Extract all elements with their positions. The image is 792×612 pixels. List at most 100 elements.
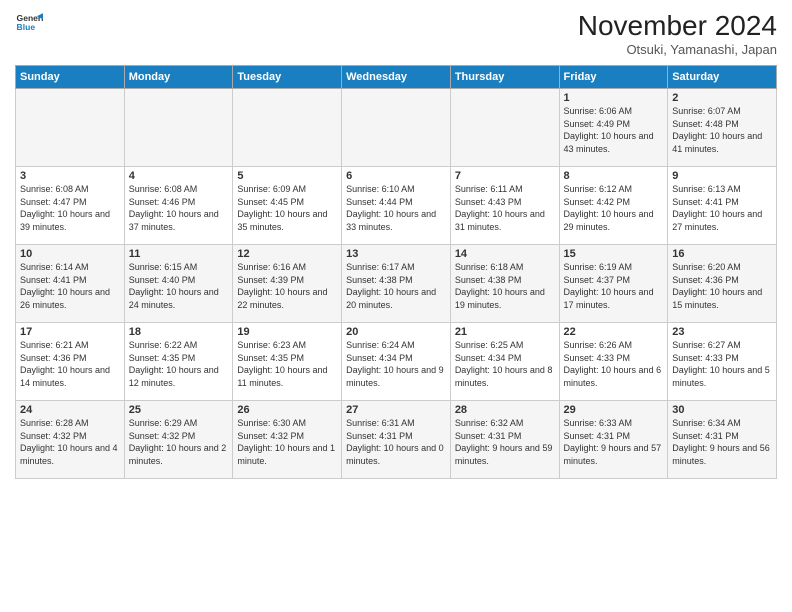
day-cell: 1Sunrise: 6:06 AM Sunset: 4:49 PM Daylig…	[559, 89, 668, 167]
day-info: Sunrise: 6:25 AM Sunset: 4:34 PM Dayligh…	[455, 339, 555, 389]
day-number: 25	[129, 404, 229, 416]
logo-icon: General Blue	[15, 10, 43, 38]
title-block: November 2024 Otsuki, Yamanashi, Japan	[578, 10, 777, 57]
day-cell: 2Sunrise: 6:07 AM Sunset: 4:48 PM Daylig…	[668, 89, 777, 167]
day-cell: 3Sunrise: 6:08 AM Sunset: 4:47 PM Daylig…	[16, 167, 125, 245]
day-info: Sunrise: 6:23 AM Sunset: 4:35 PM Dayligh…	[237, 339, 337, 389]
day-cell: 22Sunrise: 6:26 AM Sunset: 4:33 PM Dayli…	[559, 323, 668, 401]
day-info: Sunrise: 6:24 AM Sunset: 4:34 PM Dayligh…	[346, 339, 446, 389]
day-number: 8	[564, 170, 664, 182]
day-info: Sunrise: 6:20 AM Sunset: 4:36 PM Dayligh…	[672, 261, 772, 311]
day-number: 19	[237, 326, 337, 338]
day-cell: 29Sunrise: 6:33 AM Sunset: 4:31 PM Dayli…	[559, 401, 668, 479]
day-info: Sunrise: 6:07 AM Sunset: 4:48 PM Dayligh…	[672, 105, 772, 155]
day-number: 17	[20, 326, 120, 338]
day-cell: 8Sunrise: 6:12 AM Sunset: 4:42 PM Daylig…	[559, 167, 668, 245]
svg-text:General: General	[17, 13, 43, 23]
day-number: 5	[237, 170, 337, 182]
day-cell: 6Sunrise: 6:10 AM Sunset: 4:44 PM Daylig…	[342, 167, 451, 245]
day-cell: 7Sunrise: 6:11 AM Sunset: 4:43 PM Daylig…	[450, 167, 559, 245]
day-number: 10	[20, 248, 120, 260]
day-cell: 28Sunrise: 6:32 AM Sunset: 4:31 PM Dayli…	[450, 401, 559, 479]
page-title: November 2024	[578, 10, 777, 42]
day-cell: 5Sunrise: 6:09 AM Sunset: 4:45 PM Daylig…	[233, 167, 342, 245]
week-row-1: 1Sunrise: 6:06 AM Sunset: 4:49 PM Daylig…	[16, 89, 777, 167]
day-number: 4	[129, 170, 229, 182]
day-info: Sunrise: 6:18 AM Sunset: 4:38 PM Dayligh…	[455, 261, 555, 311]
day-cell: 23Sunrise: 6:27 AM Sunset: 4:33 PM Dayli…	[668, 323, 777, 401]
day-cell: 18Sunrise: 6:22 AM Sunset: 4:35 PM Dayli…	[124, 323, 233, 401]
day-cell: 4Sunrise: 6:08 AM Sunset: 4:46 PM Daylig…	[124, 167, 233, 245]
day-number: 30	[672, 404, 772, 416]
day-info: Sunrise: 6:22 AM Sunset: 4:35 PM Dayligh…	[129, 339, 229, 389]
day-info: Sunrise: 6:27 AM Sunset: 4:33 PM Dayligh…	[672, 339, 772, 389]
day-info: Sunrise: 6:13 AM Sunset: 4:41 PM Dayligh…	[672, 183, 772, 233]
calendar-table: SundayMondayTuesdayWednesdayThursdayFrid…	[15, 65, 777, 479]
day-info: Sunrise: 6:29 AM Sunset: 4:32 PM Dayligh…	[129, 417, 229, 467]
header-wednesday: Wednesday	[342, 66, 451, 89]
day-cell: 21Sunrise: 6:25 AM Sunset: 4:34 PM Dayli…	[450, 323, 559, 401]
day-number: 16	[672, 248, 772, 260]
header-thursday: Thursday	[450, 66, 559, 89]
day-cell: 20Sunrise: 6:24 AM Sunset: 4:34 PM Dayli…	[342, 323, 451, 401]
day-cell: 24Sunrise: 6:28 AM Sunset: 4:32 PM Dayli…	[16, 401, 125, 479]
day-info: Sunrise: 6:12 AM Sunset: 4:42 PM Dayligh…	[564, 183, 664, 233]
day-cell	[124, 89, 233, 167]
day-info: Sunrise: 6:33 AM Sunset: 4:31 PM Dayligh…	[564, 417, 664, 467]
day-cell: 15Sunrise: 6:19 AM Sunset: 4:37 PM Dayli…	[559, 245, 668, 323]
day-info: Sunrise: 6:17 AM Sunset: 4:38 PM Dayligh…	[346, 261, 446, 311]
day-info: Sunrise: 6:11 AM Sunset: 4:43 PM Dayligh…	[455, 183, 555, 233]
day-cell	[16, 89, 125, 167]
day-info: Sunrise: 6:08 AM Sunset: 4:47 PM Dayligh…	[20, 183, 120, 233]
week-row-2: 3Sunrise: 6:08 AM Sunset: 4:47 PM Daylig…	[16, 167, 777, 245]
day-cell: 12Sunrise: 6:16 AM Sunset: 4:39 PM Dayli…	[233, 245, 342, 323]
day-cell	[233, 89, 342, 167]
day-info: Sunrise: 6:09 AM Sunset: 4:45 PM Dayligh…	[237, 183, 337, 233]
day-info: Sunrise: 6:14 AM Sunset: 4:41 PM Dayligh…	[20, 261, 120, 311]
day-number: 28	[455, 404, 555, 416]
week-row-3: 10Sunrise: 6:14 AM Sunset: 4:41 PM Dayli…	[16, 245, 777, 323]
header-monday: Monday	[124, 66, 233, 89]
day-info: Sunrise: 6:26 AM Sunset: 4:33 PM Dayligh…	[564, 339, 664, 389]
day-info: Sunrise: 6:32 AM Sunset: 4:31 PM Dayligh…	[455, 417, 555, 467]
day-info: Sunrise: 6:19 AM Sunset: 4:37 PM Dayligh…	[564, 261, 664, 311]
header-tuesday: Tuesday	[233, 66, 342, 89]
header-sunday: Sunday	[16, 66, 125, 89]
day-number: 7	[455, 170, 555, 182]
day-cell: 27Sunrise: 6:31 AM Sunset: 4:31 PM Dayli…	[342, 401, 451, 479]
day-cell: 17Sunrise: 6:21 AM Sunset: 4:36 PM Dayli…	[16, 323, 125, 401]
header-saturday: Saturday	[668, 66, 777, 89]
day-number: 24	[20, 404, 120, 416]
day-info: Sunrise: 6:10 AM Sunset: 4:44 PM Dayligh…	[346, 183, 446, 233]
day-number: 18	[129, 326, 229, 338]
day-cell	[450, 89, 559, 167]
day-number: 12	[237, 248, 337, 260]
day-cell: 10Sunrise: 6:14 AM Sunset: 4:41 PM Dayli…	[16, 245, 125, 323]
day-number: 13	[346, 248, 446, 260]
day-number: 15	[564, 248, 664, 260]
day-number: 2	[672, 92, 772, 104]
day-info: Sunrise: 6:28 AM Sunset: 4:32 PM Dayligh…	[20, 417, 120, 467]
day-number: 9	[672, 170, 772, 182]
day-info: Sunrise: 6:15 AM Sunset: 4:40 PM Dayligh…	[129, 261, 229, 311]
day-cell: 11Sunrise: 6:15 AM Sunset: 4:40 PM Dayli…	[124, 245, 233, 323]
day-number: 6	[346, 170, 446, 182]
day-cell: 13Sunrise: 6:17 AM Sunset: 4:38 PM Dayli…	[342, 245, 451, 323]
day-cell: 26Sunrise: 6:30 AM Sunset: 4:32 PM Dayli…	[233, 401, 342, 479]
day-cell: 14Sunrise: 6:18 AM Sunset: 4:38 PM Dayli…	[450, 245, 559, 323]
day-cell	[342, 89, 451, 167]
header-friday: Friday	[559, 66, 668, 89]
day-number: 14	[455, 248, 555, 260]
day-number: 21	[455, 326, 555, 338]
day-number: 20	[346, 326, 446, 338]
day-number: 29	[564, 404, 664, 416]
day-cell: 30Sunrise: 6:34 AM Sunset: 4:31 PM Dayli…	[668, 401, 777, 479]
page-subtitle: Otsuki, Yamanashi, Japan	[578, 42, 777, 57]
header-row: SundayMondayTuesdayWednesdayThursdayFrid…	[16, 66, 777, 89]
day-number: 1	[564, 92, 664, 104]
day-info: Sunrise: 6:16 AM Sunset: 4:39 PM Dayligh…	[237, 261, 337, 311]
day-number: 3	[20, 170, 120, 182]
svg-text:Blue: Blue	[17, 22, 36, 32]
week-row-5: 24Sunrise: 6:28 AM Sunset: 4:32 PM Dayli…	[16, 401, 777, 479]
day-info: Sunrise: 6:34 AM Sunset: 4:31 PM Dayligh…	[672, 417, 772, 467]
